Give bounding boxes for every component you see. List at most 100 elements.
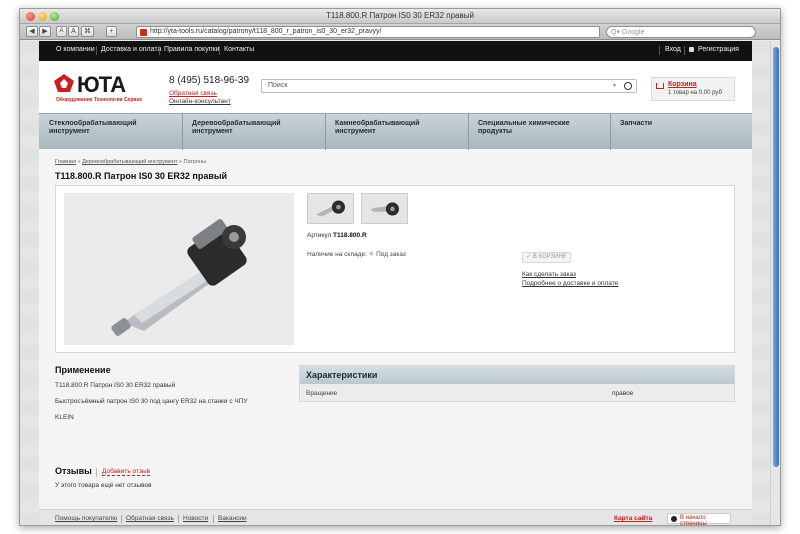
site-map-link[interactable]: Карта сайта (614, 515, 652, 522)
breadcrumb-section[interactable]: Деревообрабатывающий инструмент (82, 159, 177, 165)
back-to-top-button[interactable]: В начало страницы (667, 513, 731, 526)
unavailable-icon: ✕ (368, 251, 375, 258)
category-chemicals[interactable]: Специальные химические продукты (478, 120, 588, 136)
application-line: KLEIN (55, 414, 74, 421)
product-thumbnail[interactable] (361, 193, 408, 224)
nav-separator (659, 46, 660, 55)
site-search-placeholder: Поиск (268, 82, 288, 89)
category-stone[interactable]: Камнеобрабатывающий инструмент (335, 120, 445, 136)
characteristics-header: Характеристики (300, 366, 734, 384)
browser-window: T118.800.R Патрон IS0 30 ER32 правый ◀ ▶… (19, 8, 781, 526)
bookmark-icon[interactable]: ⌘ (81, 26, 94, 37)
cart-widget[interactable]: Корзина 1 товар на 0.00 руб (651, 77, 735, 101)
nav-contacts[interactable]: Контакты (224, 46, 254, 53)
characteristics-title: Характеристики (306, 370, 378, 380)
characteristic-value: правое (612, 390, 634, 397)
forward-button[interactable]: ▶ (39, 26, 51, 37)
check-icon: ✓ (526, 254, 532, 260)
font-larger-button[interactable]: A (68, 26, 79, 37)
category-spare-parts[interactable]: Запчасти (620, 120, 680, 128)
phone-number: 8 (495) 518-96-39 (169, 75, 250, 86)
back-button[interactable]: ◀ (26, 26, 38, 37)
add-review-link[interactable]: Добавить отзыв (102, 468, 151, 476)
cart-title[interactable]: Корзина (668, 81, 697, 88)
category-divider (468, 114, 469, 150)
page-title: T118.800.R Патрон IS0 30 ER32 правый (55, 171, 228, 181)
footer-news-link[interactable]: Новости (183, 515, 208, 522)
category-navigation: Стеклообрабатывающий инструмент Деревооб… (39, 113, 752, 150)
top-navigation: О компании Доставка и оплата Правила пок… (39, 41, 752, 61)
breadcrumb-current: Патроны (183, 159, 207, 165)
logo-tagline: Оборудование Технологии Сервис (56, 97, 143, 103)
logo-icon[interactable] (53, 73, 75, 93)
nav-about[interactable]: О компании (56, 46, 95, 53)
arrow-up-icon (671, 516, 677, 522)
vertical-scrollbar[interactable] (770, 41, 780, 525)
footer-jobs-link[interactable]: Вакансии (218, 515, 247, 522)
site-container: О компании Доставка и оплата Правила пок… (39, 41, 752, 526)
product-card: Артикул T118.800.R Наличие на складе: ✕ … (55, 185, 735, 353)
cart-summary: 1 товар на 0.00 руб (668, 90, 722, 96)
delivery-info-link[interactable]: Подробнее о доставке и оплате (522, 280, 618, 287)
register-link[interactable]: Регистрация (698, 46, 739, 53)
no-reviews-text: У этого товара ещё нет отзывов (55, 482, 152, 489)
site-search-input[interactable]: Поиск ▾ (261, 79, 637, 93)
footer-feedback-link[interactable]: Обратная связь (126, 515, 174, 522)
scrollbar-thumb[interactable] (773, 47, 779, 467)
footer-separator (213, 515, 214, 523)
nav-delivery[interactable]: Доставка и оплата (101, 46, 161, 53)
category-glass[interactable]: Стеклообрабатывающий инструмент (49, 120, 159, 136)
stock-value: Под заказ (376, 251, 406, 258)
breadcrumb-separator: » (178, 159, 182, 165)
cart-icon (656, 83, 664, 89)
application-line: T118.800.R Патрон IS0 30 ER32 правый (55, 382, 176, 389)
in-cart-button[interactable]: ✓ В КОРЗИНЕ (522, 252, 571, 263)
sku-value: T118.800.R (333, 232, 367, 239)
logo-text[interactable]: ЮТА (77, 72, 126, 98)
footer-help-link[interactable]: Помощь покупателю (55, 515, 117, 522)
reviews-title: Отзывы (55, 466, 92, 476)
stock-status: Наличие на складе: ✕ Под заказ (307, 250, 406, 258)
nav-separator (96, 46, 97, 55)
title-bar: T118.800.R Патрон IS0 30 ER32 правый (20, 9, 780, 24)
url-text: http://yta-tools.ru/catalog/patrony/t118… (150, 28, 382, 35)
browser-toolbar: ◀ ▶ A A ⌘ + http://yta-tools.ru/catalog/… (20, 24, 780, 40)
address-bar[interactable]: http://yta-tools.ru/catalog/patrony/t118… (136, 26, 600, 38)
product-sku: Артикул T118.800.R (307, 232, 367, 239)
nav-rules[interactable]: Правила покупки (164, 46, 219, 53)
category-divider (325, 114, 326, 150)
breadcrumb-separator: » (77, 159, 81, 165)
browser-search-placeholder: Q▾ Google (611, 29, 645, 36)
characteristics-panel: Характеристики Вращение правое (299, 365, 735, 402)
sku-label: Артикул (307, 232, 332, 239)
application-title: Применение (55, 365, 111, 375)
footer-separator (121, 515, 122, 523)
page-viewport: О компании Доставка и оплата Правила пок… (20, 41, 771, 526)
category-divider (610, 114, 611, 150)
window-title: T118.800.R Патрон IS0 30 ER32 правый (326, 11, 474, 20)
search-dropdown-icon[interactable]: ▾ (613, 82, 616, 89)
category-divider (182, 114, 183, 150)
application-line: Быстросъёмный патрон IS0 30 под цангу ER… (55, 398, 248, 405)
category-wood[interactable]: Деревообрабатывающий инструмент (192, 120, 302, 136)
nav-separator (159, 46, 160, 55)
lock-icon (689, 47, 694, 52)
product-thumbnail[interactable] (307, 193, 354, 224)
callback-link[interactable]: Обратная связь (169, 90, 217, 97)
search-icon[interactable] (624, 82, 632, 90)
characteristic-key: Вращение (306, 390, 338, 397)
breadcrumb-home[interactable]: Главная (55, 159, 76, 165)
login-link[interactable]: Вход (665, 46, 681, 53)
product-main-image[interactable] (64, 193, 294, 345)
nav-separator (219, 46, 220, 55)
online-consultant-link[interactable]: Онлайн-консультант (169, 98, 231, 105)
in-cart-label: В КОРЗИНЕ (532, 254, 567, 260)
font-smaller-button[interactable]: A (56, 26, 67, 37)
back-to-top-label: В начало страницы (680, 515, 707, 526)
nav-separator (684, 46, 685, 55)
site-header: ЮТА Оборудование Технологии Сервис 8 (49… (39, 61, 752, 113)
browser-search-input[interactable]: Q▾ Google (606, 26, 756, 38)
add-bookmark-button[interactable]: + (106, 26, 117, 37)
site-footer: Помощь покупателю Обратная связь Новости… (39, 509, 752, 526)
how-to-order-link[interactable]: Как сделать заказ (522, 271, 576, 278)
